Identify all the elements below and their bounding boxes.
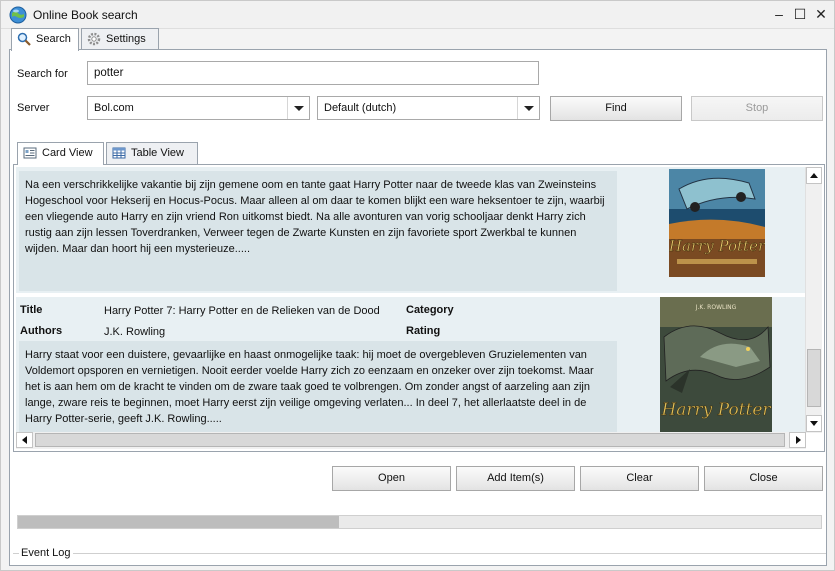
stop-button[interactable]: Stop — [691, 96, 823, 121]
clear-button[interactable]: Clear — [580, 466, 699, 491]
tab-table-view[interactable]: Table View — [106, 142, 198, 164]
tab-card-view[interactable]: Card View — [17, 142, 104, 165]
category-field-label: Category — [406, 304, 454, 316]
tab-card-view-label: Card View — [42, 147, 93, 159]
gear-icon — [87, 32, 101, 46]
authors-field-label: Authors — [20, 325, 63, 337]
book-card[interactable]: Na een verschrikkelijke vakantie bij zij… — [16, 167, 806, 293]
find-button[interactable]: Find — [550, 96, 682, 121]
close-window-button[interactable]: ✕ — [811, 4, 831, 24]
locale-select-value: Default (dutch) — [324, 102, 397, 114]
rating-field-label: Rating — [406, 325, 441, 337]
scroll-left-icon[interactable] — [16, 432, 33, 448]
tab-table-view-label: Table View — [131, 147, 184, 159]
tab-search-label: Search — [36, 33, 71, 45]
scroll-up-icon[interactable] — [806, 167, 822, 184]
locale-select[interactable]: Default (dutch) — [317, 96, 540, 120]
card-view-area: Na een verschrikkelijke vakantie bij zij… — [13, 164, 825, 452]
chevron-down-icon[interactable] — [517, 97, 539, 119]
horizontal-scroll-thumb[interactable] — [35, 433, 785, 447]
magnifier-icon — [17, 32, 31, 46]
book-title: Harry Potter 7: Harry Potter en de Relie… — [104, 305, 380, 317]
add-items-button[interactable]: Add Item(s) — [456, 466, 575, 491]
svg-text:Harry Potter: Harry Potter — [669, 237, 765, 255]
vertical-scrollbar[interactable] — [805, 167, 822, 433]
tab-search[interactable]: Search — [11, 28, 79, 51]
svg-text:Harry Potter: Harry Potter — [660, 400, 771, 420]
progress-bar — [17, 515, 822, 529]
horizontal-scrollbar[interactable] — [16, 432, 806, 449]
globe-icon — [9, 6, 27, 24]
server-select-value: Bol.com — [94, 102, 134, 114]
event-log-group: Event Log — [13, 547, 826, 571]
close-button[interactable]: Close — [704, 466, 823, 491]
table-icon — [112, 147, 126, 159]
close-button-label: Close — [749, 472, 778, 484]
open-button[interactable]: Open — [332, 466, 451, 491]
book-description: Na een verschrikkelijke vakantie bij zij… — [19, 171, 617, 291]
svg-text:J.K. ROWLING: J.K. ROWLING — [695, 304, 737, 311]
find-button-label: Find — [605, 102, 627, 114]
title-bar: Online Book search – ☐ ✕ — [1, 1, 834, 29]
progress-fill — [18, 516, 340, 528]
vertical-scroll-thumb[interactable] — [807, 349, 821, 407]
book-authors: J.K. Rowling — [104, 326, 166, 338]
scroll-right-icon[interactable] — [789, 432, 806, 448]
server-label: Server — [17, 102, 50, 114]
search-input[interactable]: potter — [87, 61, 539, 85]
book-cover-image: J.K. ROWLING Harry Potter — [660, 297, 772, 433]
book-description: Harry staat voor een duistere, gevaarlij… — [19, 341, 617, 433]
app-window: Online Book search – ☐ ✕ Search Settings… — [0, 0, 835, 571]
chevron-down-icon[interactable] — [287, 97, 309, 119]
tab-settings[interactable]: Settings — [81, 28, 159, 50]
event-log-label: Event Log — [19, 547, 73, 559]
scroll-down-icon[interactable] — [806, 415, 822, 432]
open-button-label: Open — [378, 472, 405, 484]
book-card[interactable]: Title Harry Potter 7: Harry Potter en de… — [16, 297, 806, 433]
title-field-label: Title — [20, 304, 43, 316]
card-icon — [23, 147, 37, 159]
server-select[interactable]: Bol.com — [87, 96, 310, 120]
minimize-button[interactable]: – — [769, 4, 789, 24]
tab-settings-label: Settings — [106, 33, 146, 45]
stop-button-label: Stop — [745, 102, 769, 114]
maximize-button[interactable]: ☐ — [790, 4, 810, 24]
clear-button-label: Clear — [626, 472, 653, 484]
search-for-label: Search for — [17, 68, 68, 80]
add-items-button-label: Add Item(s) — [487, 472, 544, 484]
book-cover-image: Harry Potter — [669, 169, 765, 277]
window-title: Online Book search — [33, 8, 138, 22]
